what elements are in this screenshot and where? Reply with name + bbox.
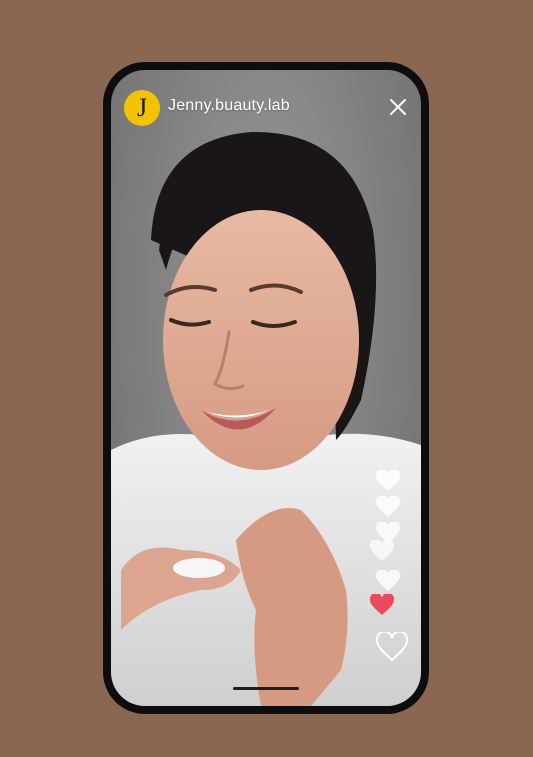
floating-reactions [369,470,413,640]
home-indicator [233,687,299,690]
heart-icon [369,540,395,561]
avatar[interactable]: J [124,90,160,126]
heart-icon [375,570,401,591]
phone-frame: J Jenny.buauty.lab [103,62,429,714]
heart-icon [375,496,401,517]
close-icon[interactable] [389,98,407,116]
username[interactable]: Jenny.buauty.lab [168,97,290,115]
heart-icon [375,470,401,491]
live-stream-screen: J Jenny.buauty.lab [111,70,421,706]
heart-icon [369,594,395,615]
stream-header: J Jenny.buauty.lab [111,90,421,130]
heart-outline-icon[interactable] [375,632,409,662]
